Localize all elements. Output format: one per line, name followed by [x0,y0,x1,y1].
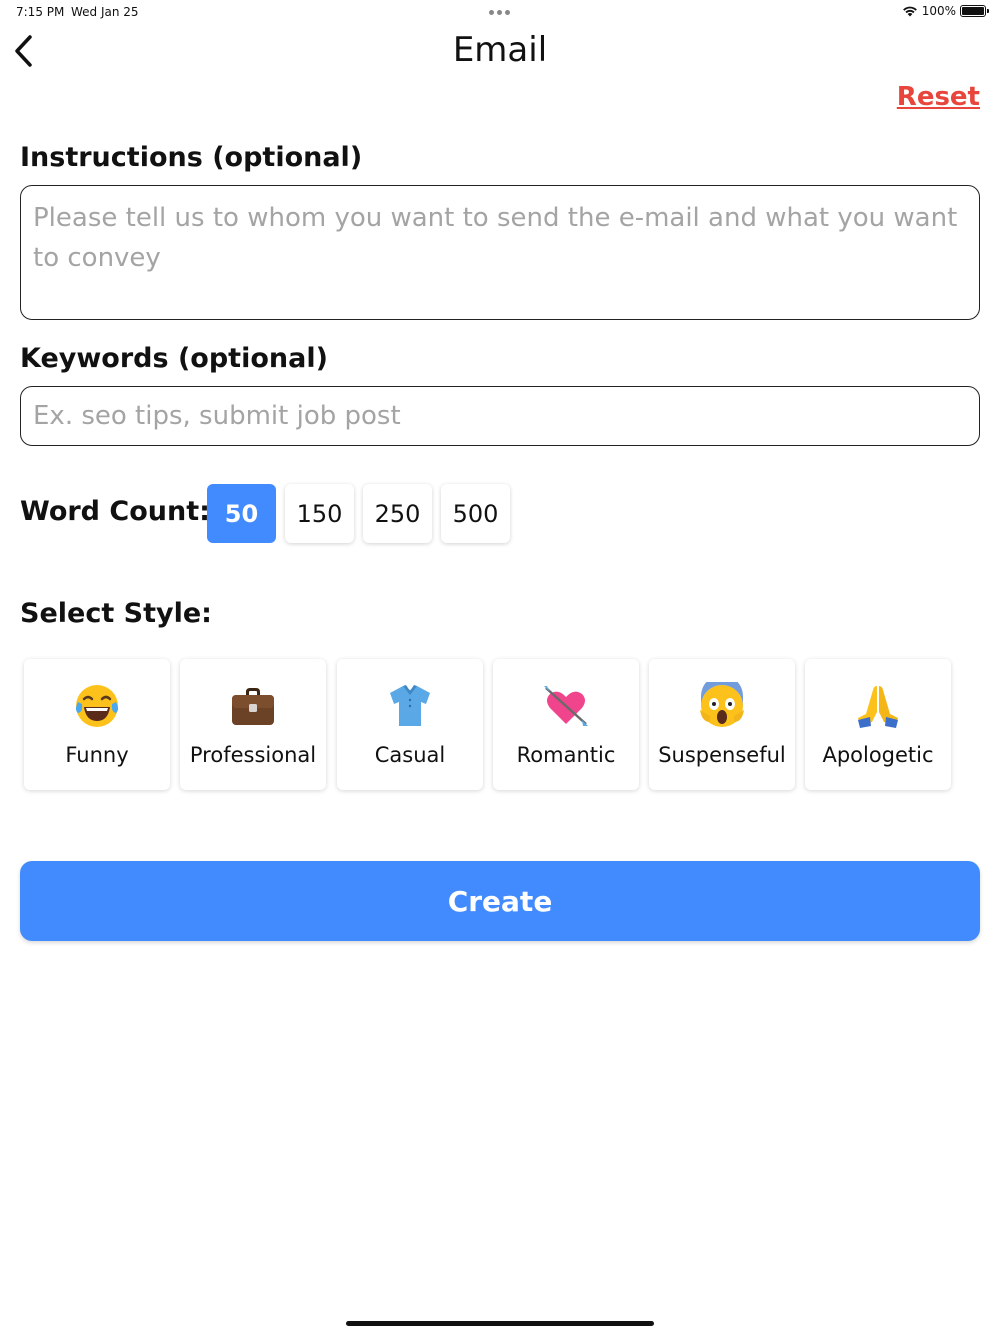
screaming-face-icon [649,681,795,731]
word-count-option-50[interactable]: 50 [207,484,276,543]
keywords-placeholder: Ex. seo tips, submit job post [33,401,401,431]
instructions-field[interactable]: Please tell us to whom you want to send … [20,185,980,320]
word-count-option-150[interactable]: 150 [285,484,354,543]
folded-hands-icon [805,681,951,731]
style-option-romantic[interactable]: Romantic [493,659,639,790]
select-style-label: Select Style: [20,598,212,629]
status-time: 7:15 PM [16,5,65,19]
word-count-label: Word Count: [20,496,210,527]
style-label-suspenseful: Suspenseful [658,743,786,767]
create-button[interactable]: Create [20,861,980,941]
shirt-icon [337,681,483,731]
tears-of-joy-icon [24,681,170,731]
wifi-icon [902,6,917,17]
battery-percent: 100% [921,4,956,18]
instructions-label: Instructions (optional) [20,142,363,173]
style-label-funny: Funny [65,743,129,767]
style-option-funny[interactable]: Funny [24,659,170,790]
status-bar: 7:15 PM Wed Jan 25 100% [0,0,1000,26]
word-count-option-250[interactable]: 250 [363,484,432,543]
style-option-apologetic[interactable]: Apologetic [805,659,951,790]
style-option-suspenseful[interactable]: Suspenseful [649,659,795,790]
reset-button[interactable]: Reset [897,82,980,112]
style-label-apologetic: Apologetic [822,743,934,767]
heart-arrow-icon [493,681,639,731]
style-label-casual: Casual [374,743,446,767]
keywords-label: Keywords (optional) [20,343,328,374]
instructions-placeholder: Please tell us to whom you want to send … [33,203,958,273]
style-label-professional: Professional [189,743,317,767]
word-count-option-500[interactable]: 500 [441,484,510,543]
keywords-field[interactable]: Ex. seo tips, submit job post [20,386,980,446]
battery-icon [960,5,989,17]
briefcase-icon [180,681,326,731]
page-title: Email [452,30,548,70]
style-option-casual[interactable]: Casual [337,659,483,790]
style-label-romantic: Romantic [516,743,616,767]
multitasking-dots-icon[interactable] [489,10,510,15]
home-indicator[interactable] [346,1321,654,1326]
status-indicators: 100% [902,4,989,18]
status-date: Wed Jan 25 [71,5,139,19]
style-option-professional[interactable]: Professional [180,659,326,790]
